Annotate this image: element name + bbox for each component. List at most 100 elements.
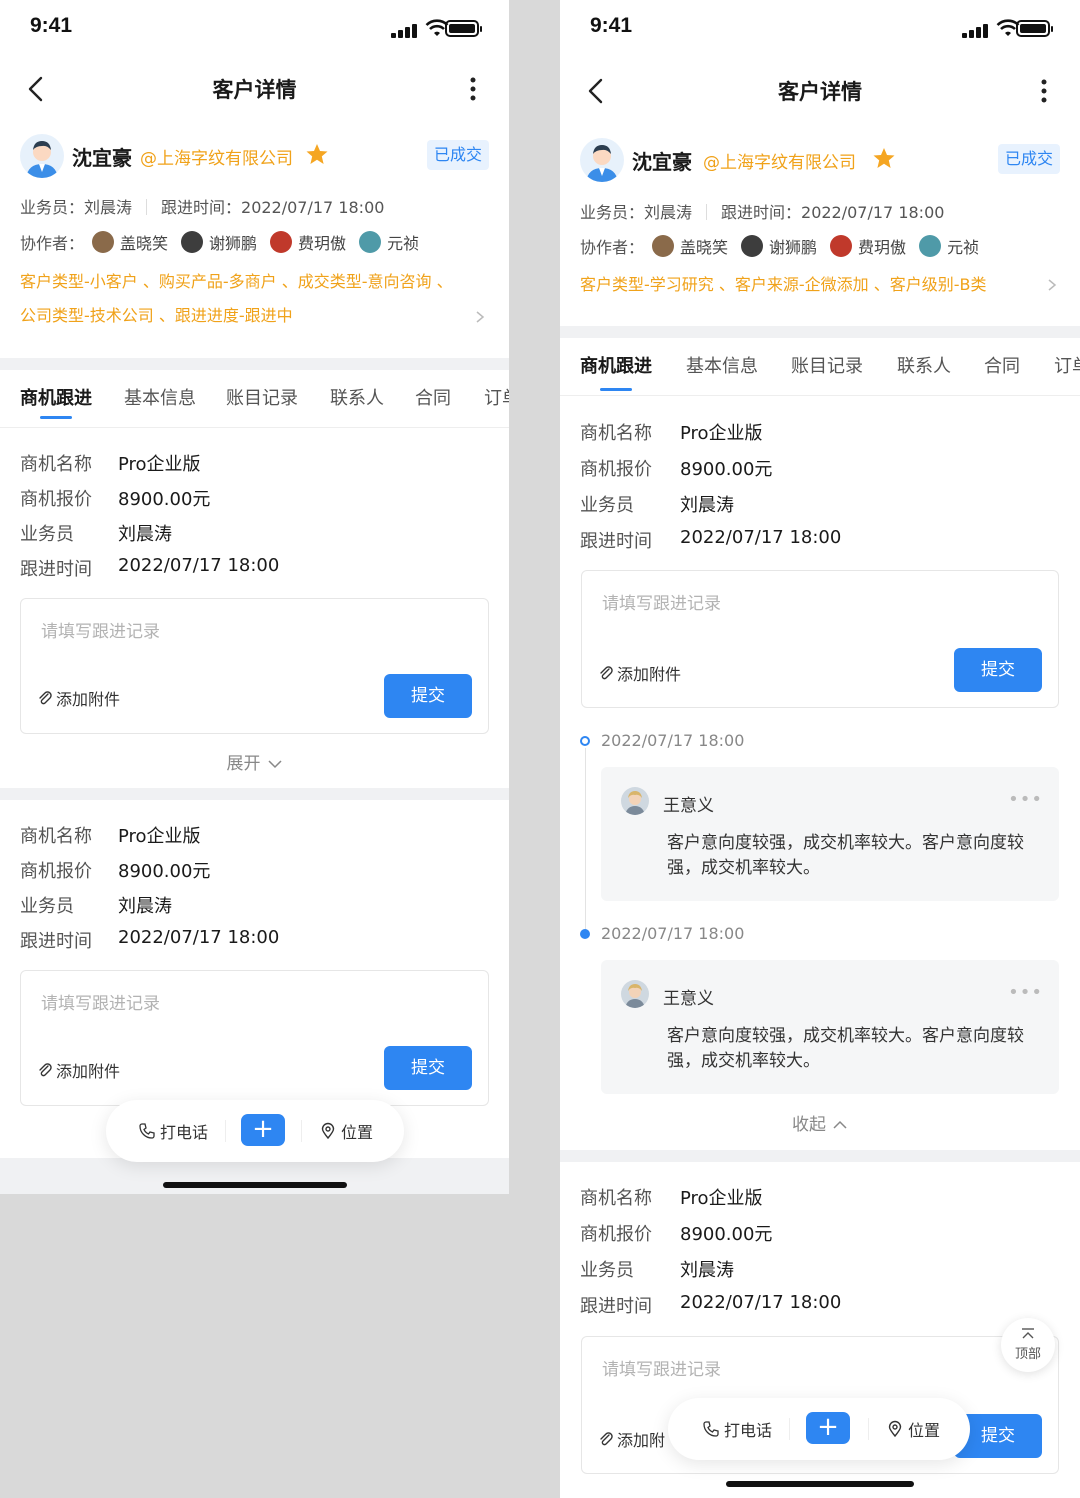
canvas-background [0, 1194, 509, 1498]
avatar [92, 231, 115, 253]
value: 8900.00元 [680, 459, 773, 480]
follow-input-card[interactable]: 请填写跟进记录 添加附件 提交 [20, 970, 489, 1106]
tab-opportunity[interactable]: 商机跟进 [20, 384, 92, 410]
follow-input-card[interactable]: 请填写跟进记录 添加附件 提交 [581, 570, 1059, 708]
collaborator[interactable]: 盖晓笑 [92, 230, 168, 254]
tab-opportunity[interactable]: 商机跟进 [580, 352, 652, 378]
follow-input-card[interactable]: 请填写跟进记录 添加附件 提交 [20, 598, 489, 734]
tab-contract[interactable]: 合同 [984, 352, 1020, 378]
customer-name: 沈宜豪 [72, 146, 132, 170]
tab-bar: 商机跟进 基本信息 账目记录 联系人 合同 订单 [560, 338, 1080, 396]
submit-button[interactable]: 提交 [384, 674, 472, 718]
collaborator[interactable]: 费玥傲 [270, 230, 346, 254]
follow-input-placeholder[interactable]: 请填写跟进记录 [41, 617, 160, 642]
tab-contacts[interactable]: 联系人 [330, 384, 384, 410]
label: 商机名称 [580, 1188, 652, 1209]
floating-action-bar: 打电话 + 位置 [106, 1100, 404, 1162]
collaborator[interactable]: 谢狮鹏 [181, 230, 257, 254]
tab-contract[interactable]: 合同 [415, 384, 451, 410]
label: 商机名称 [20, 826, 92, 847]
add-button[interactable]: + [241, 1114, 285, 1146]
collaborator[interactable]: 元祯 [919, 234, 979, 258]
salesperson-text: 业务员：刘晨涛 [580, 203, 693, 222]
phone-icon [703, 1421, 719, 1437]
record-user: 王意义 [663, 989, 714, 1009]
value: 刘晨涛 [118, 524, 172, 545]
tab-basic-info[interactable]: 基本信息 [686, 352, 758, 378]
timeline-dot [580, 929, 590, 939]
label: 跟进时间 [20, 931, 92, 952]
customer-tags[interactable]: 客户类型-学习研究 、客户来源-企微添加 、客户级别-B类 [580, 268, 986, 302]
add-attachment-button[interactable]: 添加附 [598, 1427, 665, 1451]
collaborator[interactable]: 盖晓笑 [652, 234, 728, 258]
add-attachment-button[interactable]: 添加附件 [37, 686, 120, 710]
customer-tags[interactable]: 客户类型-小客户 、购买产品-多商户 、成交类型-意向咨询 、 公司类型-技术公… [20, 265, 453, 333]
tab-bar: 商机跟进 基本信息 账目记录 联系人 合同 订单 [0, 370, 509, 428]
tab-contacts[interactable]: 联系人 [897, 352, 951, 378]
collaborator[interactable]: 元祯 [359, 230, 419, 254]
avatar [919, 235, 942, 257]
star-icon[interactable] [305, 142, 329, 166]
chevron-right-icon[interactable] [1046, 278, 1058, 292]
label: 商机名称 [580, 423, 652, 444]
collaborator[interactable]: 谢狮鹏 [741, 234, 817, 258]
chevron-right-icon[interactable] [474, 310, 486, 324]
chevron-down-icon [267, 760, 282, 769]
paperclip-icon [39, 691, 52, 705]
location-button[interactable]: 位置 [319, 1119, 373, 1143]
star-icon[interactable] [872, 146, 896, 170]
value: 刘晨涛 [680, 495, 734, 516]
section-divider [560, 326, 1080, 338]
submit-button[interactable]: 提交 [384, 1046, 472, 1090]
tab-basic-info[interactable]: 基本信息 [124, 384, 196, 410]
expand-toggle[interactable]: 展开 [0, 749, 509, 774]
follow-input-placeholder[interactable]: 请填写跟进记录 [41, 989, 160, 1014]
collaborators-label: 协作者： [20, 234, 85, 253]
avatar [270, 231, 293, 253]
add-attachment-button[interactable]: 添加附件 [37, 1058, 120, 1082]
more-icon[interactable]: ••• [1008, 982, 1043, 1003]
tab-accounts[interactable]: 账目记录 [791, 352, 863, 378]
tab-orders[interactable]: 订单 [1054, 352, 1080, 378]
label: 商机报价 [20, 861, 92, 882]
call-button[interactable]: 打电话 [702, 1417, 772, 1441]
tab-orders[interactable]: 订单 [484, 384, 509, 410]
tab-accounts[interactable]: 账目记录 [226, 384, 298, 410]
salesperson-text: 业务员：刘晨涛 [20, 198, 133, 217]
customer-company[interactable]: @上海字纹有限公司 [703, 148, 856, 173]
customer-avatar [20, 134, 64, 178]
more-icon[interactable]: ••• [1008, 789, 1043, 810]
location-button[interactable]: 位置 [886, 1417, 940, 1441]
collaborator[interactable]: 费玥傲 [830, 234, 906, 258]
submit-button[interactable]: 提交 [954, 648, 1042, 692]
collapse-toggle[interactable]: 收起 [560, 1110, 1080, 1135]
label: 商机报价 [580, 459, 652, 480]
screen-left: 9:41 客户详情 沈宜豪 @上海字纹有限公司 已成交 业务员：刘晨涛 跟进时间：… [0, 0, 509, 1194]
value: 2022/07/17 18:00 [118, 555, 280, 576]
customer-company[interactable]: @上海字纹有限公司 [140, 144, 293, 169]
section-divider [0, 788, 509, 800]
follow-input-placeholder[interactable]: 请填写跟进记录 [602, 1355, 721, 1380]
call-button[interactable]: 打电话 [138, 1119, 208, 1143]
add-attachment-button[interactable]: 添加附件 [598, 661, 681, 685]
home-indicator [726, 1481, 914, 1487]
label: 跟进时间 [580, 1296, 652, 1317]
battery-icon [445, 20, 482, 37]
add-button[interactable]: + [806, 1412, 850, 1444]
screen-right: 9:41 客户详情 沈宜豪 @上海字纹有限公司 已成交 业务员：刘晨涛 跟进时间：… [560, 0, 1080, 1498]
back-to-top-button[interactable]: 顶部 [1001, 1318, 1055, 1372]
record-text: 客户意向度较强，成交机率较大。客户意向度较强，成交机率较大。 [667, 1026, 1024, 1071]
value: 8900.00元 [118, 861, 211, 882]
paperclip-icon [600, 1432, 613, 1446]
value: 2022/07/17 18:00 [680, 1292, 842, 1313]
follow-time-text: 跟进时间：2022/07/17 18:00 [721, 203, 945, 222]
label: 商机报价 [580, 1224, 652, 1245]
customer-meta: 业务员：刘晨涛 跟进时间：2022/07/17 18:00 [20, 194, 384, 218]
collaborators: 协作者： 盖晓笑 谢狮鹏 费玥傲 元祯 [20, 230, 432, 254]
follow-input-placeholder[interactable]: 请填写跟进记录 [602, 589, 721, 614]
more-icon[interactable] [463, 74, 483, 104]
collaborators-label: 协作者： [580, 238, 645, 257]
avatar [621, 980, 649, 1008]
more-icon[interactable] [1034, 76, 1054, 106]
tags-line: 公司类型-技术公司 、跟进进度-跟进中 [20, 306, 293, 325]
